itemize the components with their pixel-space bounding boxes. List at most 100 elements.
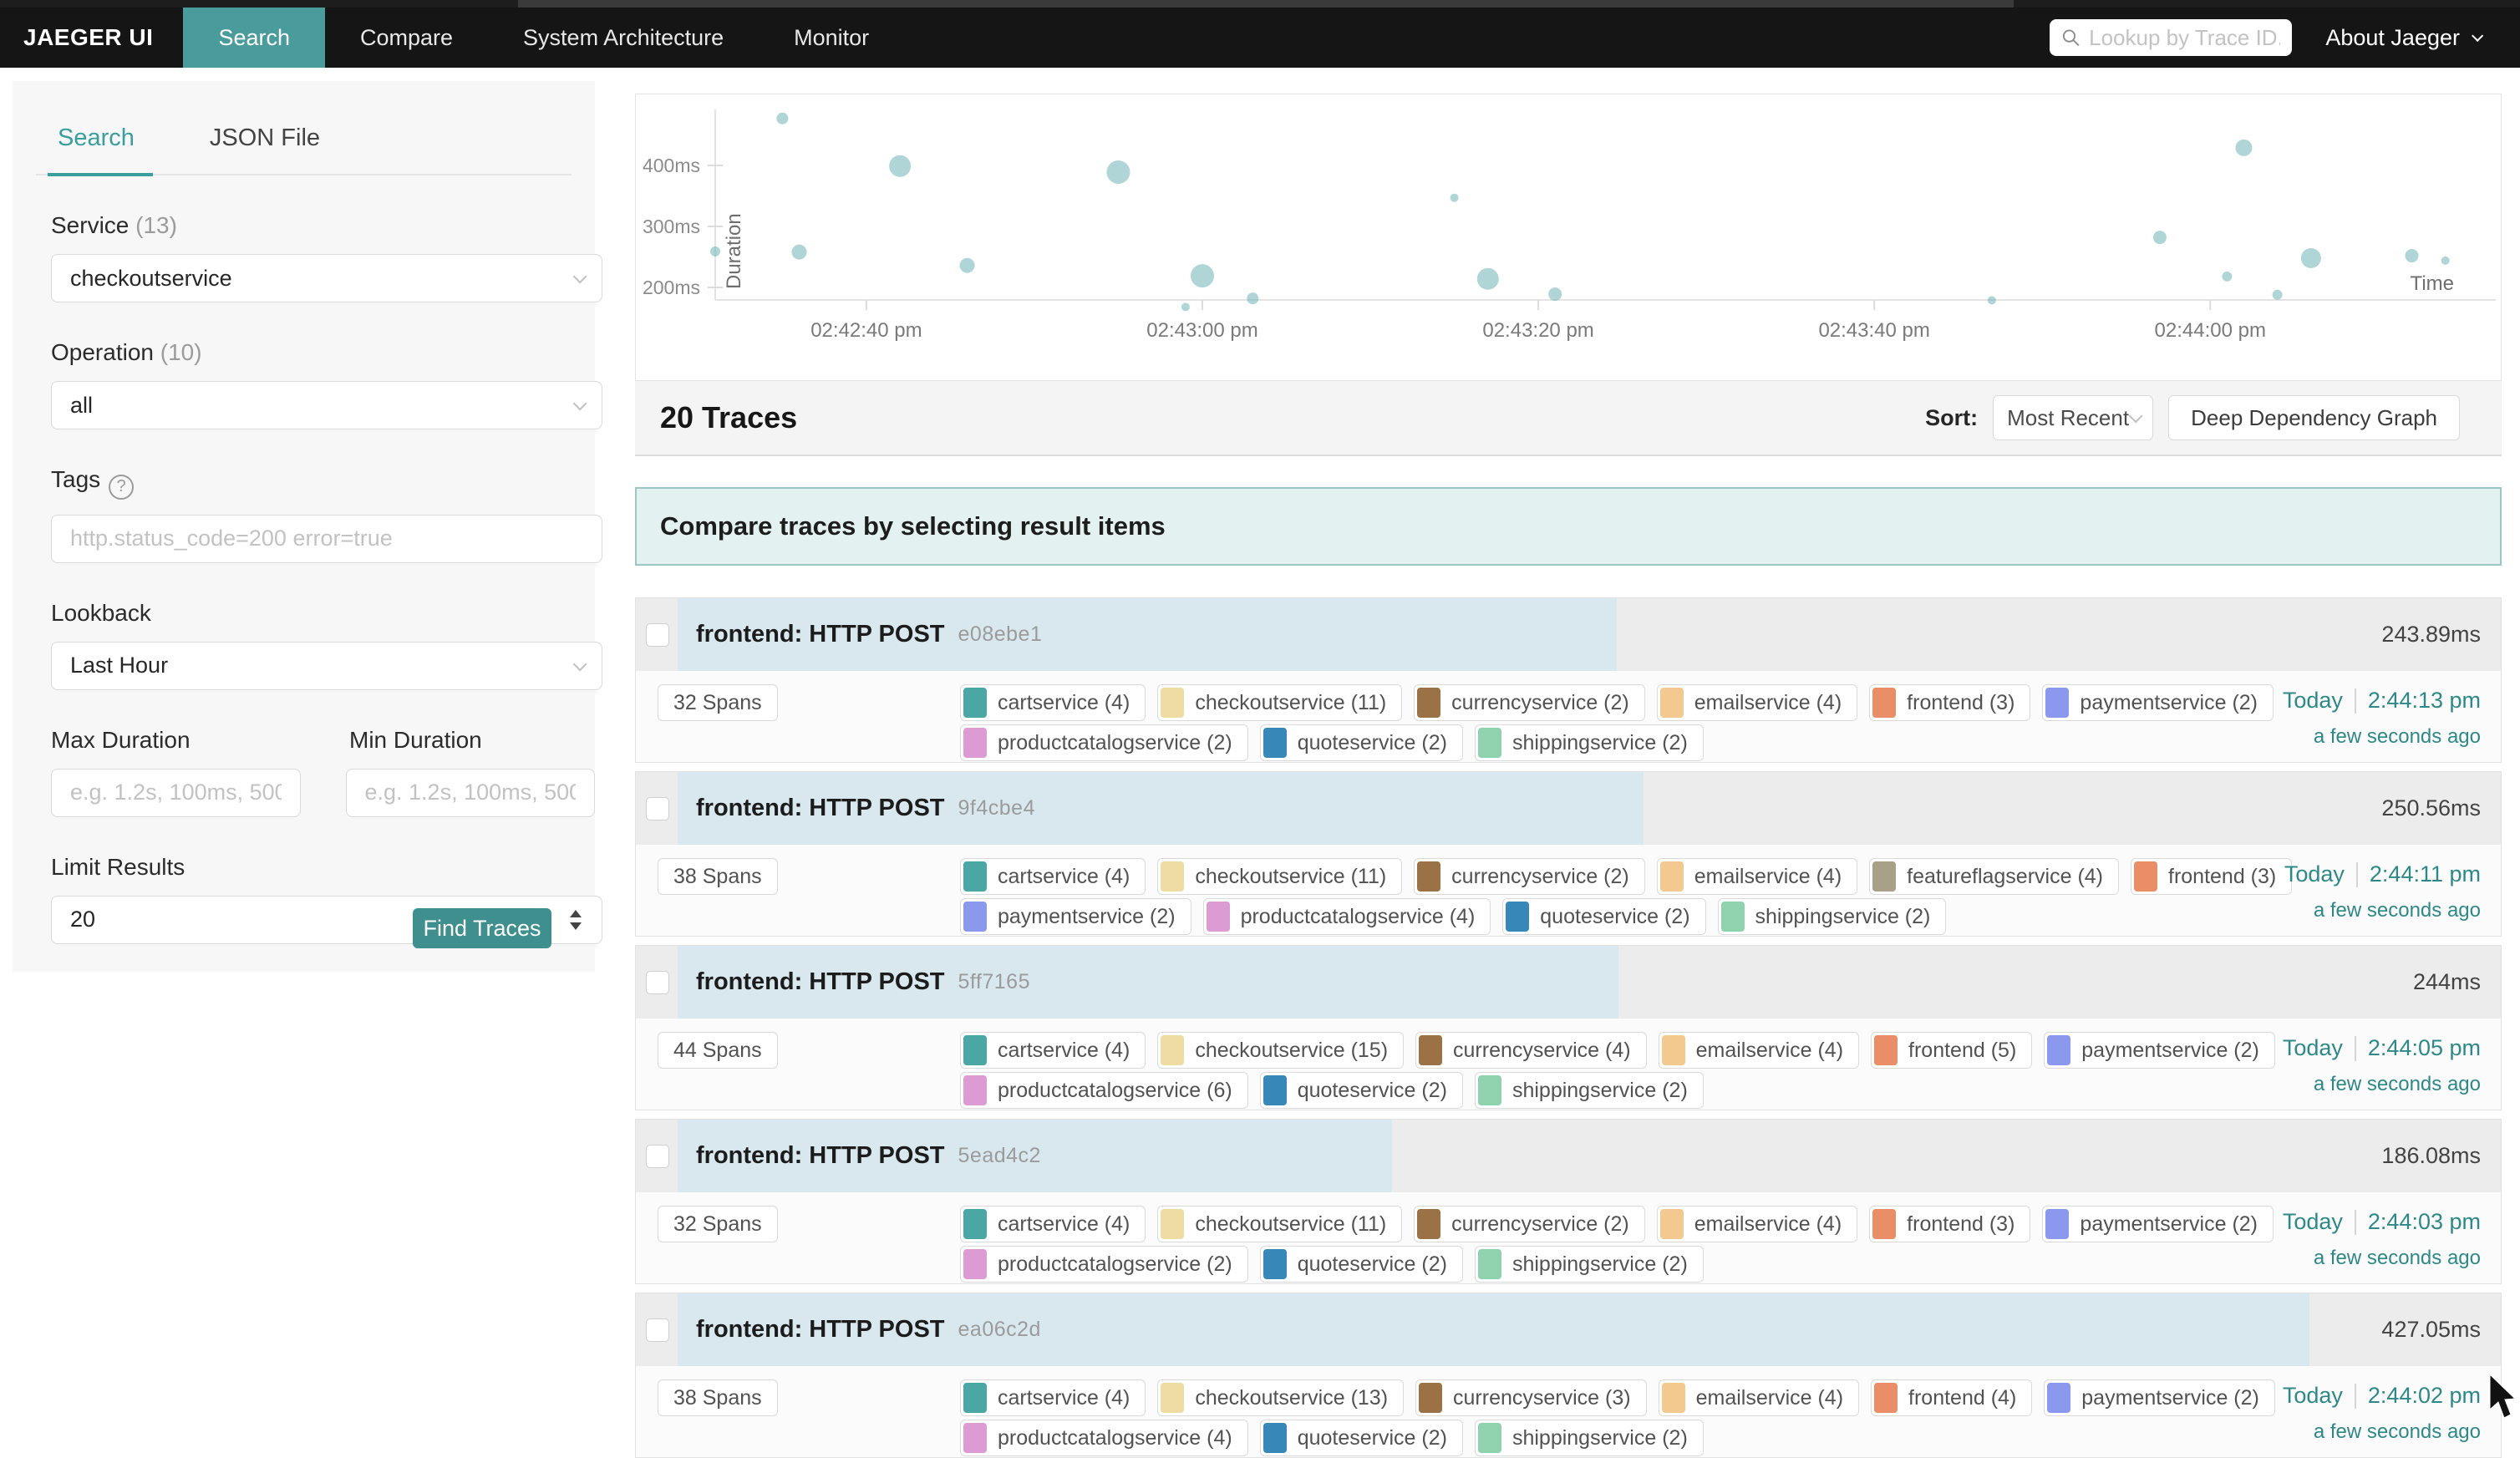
tab-search[interactable]: Search bbox=[58, 124, 135, 174]
service-tag-line-1: cartservice (4)checkoutservice (15)curre… bbox=[960, 1032, 2275, 1069]
lookback-select[interactable]: Last Hour bbox=[51, 642, 602, 690]
trace-clock-time[interactable]: 2:44:05 pm bbox=[2368, 1035, 2481, 1061]
trace-relative-time: a few seconds ago bbox=[2283, 1073, 2481, 1096]
trace-date[interactable]: Today bbox=[2283, 1035, 2343, 1061]
service-tag-frontend: frontend (3) bbox=[2131, 858, 2292, 895]
limit-results-label: Limit Results bbox=[51, 854, 595, 881]
mouse-cursor bbox=[2488, 1374, 2520, 1421]
service-tag-cartservice: cartservice (4) bbox=[960, 684, 1146, 721]
trace-scatter-point bbox=[2153, 231, 2167, 244]
trace-result-row[interactable]: frontend: HTTP POST e08ebe1 243.89ms 32 … bbox=[635, 597, 2502, 763]
trace-date[interactable]: Today bbox=[2283, 1383, 2343, 1409]
trace-date[interactable]: Today bbox=[2284, 861, 2345, 887]
date-time-divider bbox=[2355, 1036, 2356, 1061]
trace-scatter-point bbox=[792, 245, 807, 260]
service-tag-frontend: frontend (3) bbox=[1869, 1206, 2030, 1242]
service-tag-shippingservice: shippingservice (2) bbox=[1475, 1072, 1704, 1109]
service-tag-cartservice: cartservice (4) bbox=[960, 1032, 1146, 1069]
trace-header[interactable]: frontend: HTTP POST e08ebe1 243.89ms bbox=[636, 598, 2501, 671]
service-tag-frontend: frontend (3) bbox=[1869, 684, 2030, 721]
service-color-swatch bbox=[1478, 1423, 1501, 1453]
nav-tab-compare[interactable]: Compare bbox=[325, 8, 488, 68]
service-tag-currencyservice: currencyservice (4) bbox=[1415, 1032, 1647, 1069]
help-icon[interactable]: ? bbox=[109, 475, 134, 500]
nav-tab-system-architecture[interactable]: System Architecture bbox=[488, 8, 759, 68]
max-duration-label: Max Duration bbox=[51, 727, 349, 754]
operation-select[interactable]: all bbox=[51, 381, 602, 429]
max-duration-input[interactable] bbox=[70, 780, 282, 805]
service-color-swatch bbox=[1161, 1035, 1184, 1065]
about-jaeger-menu[interactable]: About Jaeger bbox=[2325, 25, 2480, 51]
trace-checkbox[interactable] bbox=[646, 623, 669, 647]
trace-result-row[interactable]: frontend: HTTP POST 5ead4c2 186.08ms 32 … bbox=[635, 1119, 2502, 1284]
trace-result-row[interactable]: frontend: HTTP POST ea06c2d 427.05ms 38 … bbox=[635, 1293, 2502, 1458]
x-tick-label: 02:44:00 pm bbox=[2155, 319, 2266, 342]
service-value: checkoutservice bbox=[70, 266, 232, 292]
trace-header[interactable]: frontend: HTTP POST ea06c2d 427.05ms bbox=[636, 1293, 2501, 1366]
trace-clock-time[interactable]: 2:44:03 pm bbox=[2368, 1209, 2481, 1235]
trace-checkbox[interactable] bbox=[646, 1318, 669, 1342]
trace-header[interactable]: frontend: HTTP POST 5ff7165 244ms bbox=[636, 946, 2501, 1019]
trace-checkbox[interactable] bbox=[646, 971, 669, 994]
nav-tab-monitor[interactable]: Monitor bbox=[759, 8, 904, 68]
date-time-divider bbox=[2355, 1210, 2356, 1235]
min-duration-box bbox=[346, 769, 596, 817]
service-tag-shippingservice: shippingservice (2) bbox=[1718, 898, 1947, 935]
trace-result-row[interactable]: frontend: HTTP POST 9f4cbe4 250.56ms 38 … bbox=[635, 771, 2502, 937]
number-stepper[interactable] bbox=[570, 910, 583, 930]
min-duration-input[interactable] bbox=[365, 780, 577, 805]
service-color-swatch bbox=[963, 861, 987, 892]
operation-value: all bbox=[70, 393, 93, 419]
find-traces-button[interactable]: Find Traces bbox=[413, 908, 551, 948]
trace-id: 5ff7165 bbox=[958, 970, 1030, 994]
service-select[interactable]: checkoutservice bbox=[51, 254, 602, 302]
service-color-swatch bbox=[1263, 728, 1287, 758]
service-color-swatch bbox=[2047, 1035, 2070, 1065]
trace-scatter-point bbox=[1477, 268, 1499, 290]
trace-title: frontend: HTTP POST bbox=[696, 621, 945, 648]
trace-time: Today 2:44:03 pm a few seconds ago bbox=[2283, 1209, 2481, 1270]
trace-header[interactable]: frontend: HTTP POST 5ead4c2 186.08ms bbox=[636, 1120, 2501, 1192]
service-color-swatch bbox=[1417, 1209, 1440, 1239]
service-tag-line-2: productcatalogservice (2)quoteservice (2… bbox=[960, 1246, 1704, 1283]
trace-clock-time[interactable]: 2:44:02 pm bbox=[2368, 1383, 2481, 1409]
trace-date[interactable]: Today bbox=[2283, 688, 2343, 714]
trace-scatter-point bbox=[2222, 272, 2232, 282]
span-count-chip: 44 Spans bbox=[658, 1032, 778, 1069]
trace-id: ea06c2d bbox=[958, 1318, 1041, 1342]
service-tag-checkoutservice: checkoutservice (11) bbox=[1157, 858, 1402, 895]
service-tag-paymentservice: paymentservice (2) bbox=[2044, 1379, 2275, 1416]
service-color-swatch bbox=[1263, 1075, 1287, 1105]
service-label: Service (13) bbox=[51, 212, 595, 239]
service-tag-currencyservice: currencyservice (2) bbox=[1414, 858, 1645, 895]
scatter-plot-svg[interactable]: 400ms300ms200ms02:42:40 pm02:43:00 pm02:… bbox=[636, 94, 2501, 380]
trace-clock-time[interactable]: 2:44:13 pm bbox=[2368, 688, 2481, 714]
trace-scatter-point bbox=[889, 155, 911, 177]
tags-input[interactable] bbox=[70, 526, 583, 551]
service-tag-line-1: cartservice (4)checkoutservice (11)curre… bbox=[960, 858, 2292, 895]
service-tag-shippingservice: shippingservice (2) bbox=[1475, 1246, 1704, 1283]
service-tag-quoteservice: quoteservice (2) bbox=[1260, 724, 1463, 761]
y-tick-label: 200ms bbox=[643, 277, 700, 298]
tab-json-file[interactable]: JSON File bbox=[210, 124, 320, 174]
trace-lookup-input[interactable] bbox=[2089, 25, 2280, 51]
service-color-swatch bbox=[963, 1383, 987, 1413]
trace-checkbox[interactable] bbox=[646, 1145, 669, 1168]
trace-body: 44 Spans cartservice (4)checkoutservice … bbox=[636, 1019, 2501, 1110]
trace-checkbox[interactable] bbox=[646, 797, 669, 820]
service-color-swatch bbox=[2134, 861, 2157, 892]
trace-date[interactable]: Today bbox=[2283, 1209, 2343, 1235]
service-color-swatch bbox=[1874, 1383, 1898, 1413]
trace-result-row[interactable]: frontend: HTTP POST 5ff7165 244ms 44 Spa… bbox=[635, 945, 2502, 1110]
trace-duration: 427.05ms bbox=[2381, 1317, 2501, 1343]
service-color-swatch bbox=[963, 1249, 987, 1279]
sort-select[interactable]: Most Recent bbox=[1993, 395, 2153, 440]
browser-top-strip bbox=[0, 0, 2520, 8]
nav-tab-search[interactable]: Search bbox=[183, 8, 325, 68]
deep-dependency-graph-button[interactable]: Deep Dependency Graph bbox=[2168, 395, 2460, 440]
trace-clock-time[interactable]: 2:44:11 pm bbox=[2370, 861, 2481, 887]
service-tag-quoteservice: quoteservice (2) bbox=[1260, 1072, 1463, 1109]
tab-divider bbox=[36, 174, 572, 175]
service-color-swatch bbox=[2045, 688, 2069, 718]
trace-header[interactable]: frontend: HTTP POST 9f4cbe4 250.56ms bbox=[636, 772, 2501, 845]
